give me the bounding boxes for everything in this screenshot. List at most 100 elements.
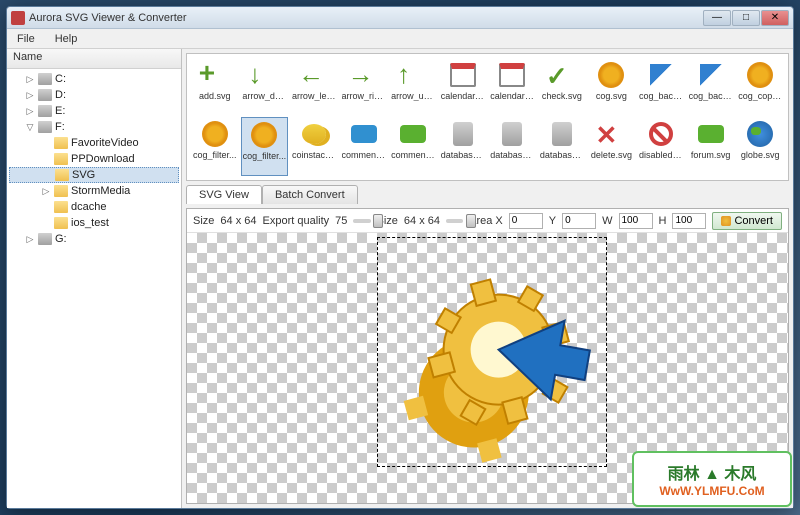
file-item[interactable]: →arrow_rig... (340, 58, 388, 115)
tab-svg-view[interactable]: SVG View (186, 185, 262, 204)
tree-toggle-icon[interactable]: ▷ (25, 106, 35, 117)
file-label: cog.svg (596, 91, 627, 101)
sidebar-header[interactable]: Name (7, 49, 181, 69)
area-w-input[interactable] (619, 213, 653, 229)
folder-icon (54, 153, 68, 165)
file-item[interactable]: calendar.s... (439, 58, 487, 115)
file-item[interactable]: comment... (389, 117, 437, 176)
file-item[interactable]: cog.svg (588, 58, 636, 115)
size-slider[interactable] (446, 219, 463, 223)
file-item[interactable]: ✓check.svg (538, 58, 586, 115)
file-item[interactable]: cog_back... (637, 58, 685, 115)
convert-button[interactable]: Convert (712, 212, 782, 230)
tree-item-favoritevideo[interactable]: FavoriteVideo (9, 135, 179, 151)
file-item[interactable]: +add.svg (191, 58, 239, 115)
file-item[interactable]: comment... (340, 117, 388, 176)
file-label: disabled.s... (639, 150, 683, 160)
file-item[interactable]: cog_filter... (191, 117, 239, 176)
window-title: Aurora SVG Viewer & Converter (29, 12, 703, 24)
file-grid[interactable]: +add.svg↓arrow_do...←arrow_left...→arrow… (186, 53, 789, 181)
file-item[interactable]: cog_copy... (736, 58, 784, 115)
tree-toggle-icon[interactable]: ▷ (25, 234, 35, 245)
tree-toggle-icon[interactable]: ▷ (25, 74, 35, 85)
file-item[interactable]: cog_back... (687, 58, 735, 115)
menu-help[interactable]: Help (49, 31, 84, 47)
file-label: arrow_up... (391, 91, 435, 101)
file-item[interactable]: ←arrow_left... (290, 58, 338, 115)
tree-toggle-icon[interactable]: ▽ (25, 122, 35, 133)
area-y-input[interactable] (562, 213, 596, 229)
folder-icon (54, 201, 68, 213)
coins-icon (295, 118, 333, 150)
file-item[interactable]: database... (439, 117, 487, 176)
file-item[interactable]: cog_filter... (241, 117, 289, 176)
size-value: 64 x 64 (220, 215, 256, 227)
watermark-badge: 雨林 ▲ 木风 WwW.YLMFU.CoM (632, 451, 792, 507)
tree-item-stormmedia[interactable]: ▷StormMedia (9, 183, 179, 199)
file-item[interactable]: coinstack... (290, 117, 338, 176)
file-item[interactable]: calendar_... (488, 58, 536, 115)
tab-batch-convert[interactable]: Batch Convert (262, 185, 358, 204)
file-label: coinstack... (292, 150, 336, 160)
folder-tree[interactable]: ▷C:▷D:▷E: ▽ F: FavoriteVideoPPDownload SVG ▷S… (7, 69, 181, 508)
size2-value: 64 x 64 (404, 215, 440, 227)
area-h-input[interactable] (672, 213, 706, 229)
app-icon (11, 11, 25, 25)
flag-icon (642, 59, 680, 91)
cog-icon (741, 59, 779, 91)
menu-file[interactable]: File (11, 31, 41, 47)
file-item[interactable]: disabled.s... (637, 117, 685, 176)
tree-label: SVG (72, 169, 95, 181)
tree-label: ios_test (71, 217, 109, 229)
folder-icon (54, 217, 68, 229)
area-x-input[interactable] (509, 213, 543, 229)
quality-slider[interactable] (353, 219, 370, 223)
check-icon: ✓ (543, 59, 581, 91)
menubar: File Help (7, 29, 793, 49)
maximize-button[interactable]: □ (732, 10, 760, 26)
tree-label: F: (55, 121, 65, 133)
folder-sidebar: Name ▷C:▷D:▷E: ▽ F: FavoriteVideoPPDownload… (7, 49, 182, 508)
db-icon (444, 118, 482, 150)
tree-item-f[interactable]: ▽ F: (9, 119, 179, 135)
tree-item-e[interactable]: ▷E: (9, 103, 179, 119)
tree-item-svg[interactable]: SVG (9, 167, 179, 183)
quality-value: 75 (335, 215, 347, 227)
titlebar[interactable]: Aurora SVG Viewer & Converter — □ ✕ (7, 7, 793, 29)
watermark-line1: 雨林 ▲ 木风 (668, 460, 757, 484)
tree-toggle-icon[interactable]: ▷ (25, 90, 35, 101)
file-label: comment... (342, 150, 386, 160)
area-h-label: H (659, 215, 667, 227)
tree-toggle-icon[interactable]: ▷ (41, 186, 51, 197)
file-label: cog_copy... (738, 91, 782, 101)
file-label: cog_back... (639, 91, 683, 101)
file-label: comment... (391, 150, 435, 160)
drive-icon (38, 89, 52, 101)
file-item[interactable]: database_... (538, 117, 586, 176)
file-label: cog_filter... (243, 151, 287, 161)
tree-item-d[interactable]: ▷D: (9, 87, 179, 103)
file-item[interactable]: ↑arrow_up... (389, 58, 437, 115)
folder-icon (55, 169, 69, 181)
file-label: add.svg (199, 91, 231, 101)
tree-item-ppdownload[interactable]: PPDownload (9, 151, 179, 167)
folder-icon (54, 137, 68, 149)
comment-g-icon (394, 118, 432, 150)
comment-g-icon (692, 118, 730, 150)
cal-icon (444, 59, 482, 91)
file-item[interactable]: forum.svg (687, 117, 735, 176)
tree-item-iostest[interactable]: ios_test (9, 215, 179, 231)
tree-item-dcache[interactable]: dcache (9, 199, 179, 215)
drive-icon (38, 73, 52, 85)
preview-image (368, 248, 608, 488)
close-button[interactable]: ✕ (761, 10, 789, 26)
file-item[interactable]: ✕delete.svg (588, 117, 636, 176)
right-icon: → (345, 59, 383, 91)
file-item[interactable]: database_... (488, 117, 536, 176)
file-item[interactable]: ↓arrow_do... (241, 58, 289, 115)
tree-item-g[interactable]: ▷G: (9, 231, 179, 247)
minimize-button[interactable]: — (703, 10, 731, 26)
comment-icon (345, 118, 383, 150)
file-item[interactable]: globe.svg (736, 117, 784, 176)
tree-item-c[interactable]: ▷C: (9, 71, 179, 87)
